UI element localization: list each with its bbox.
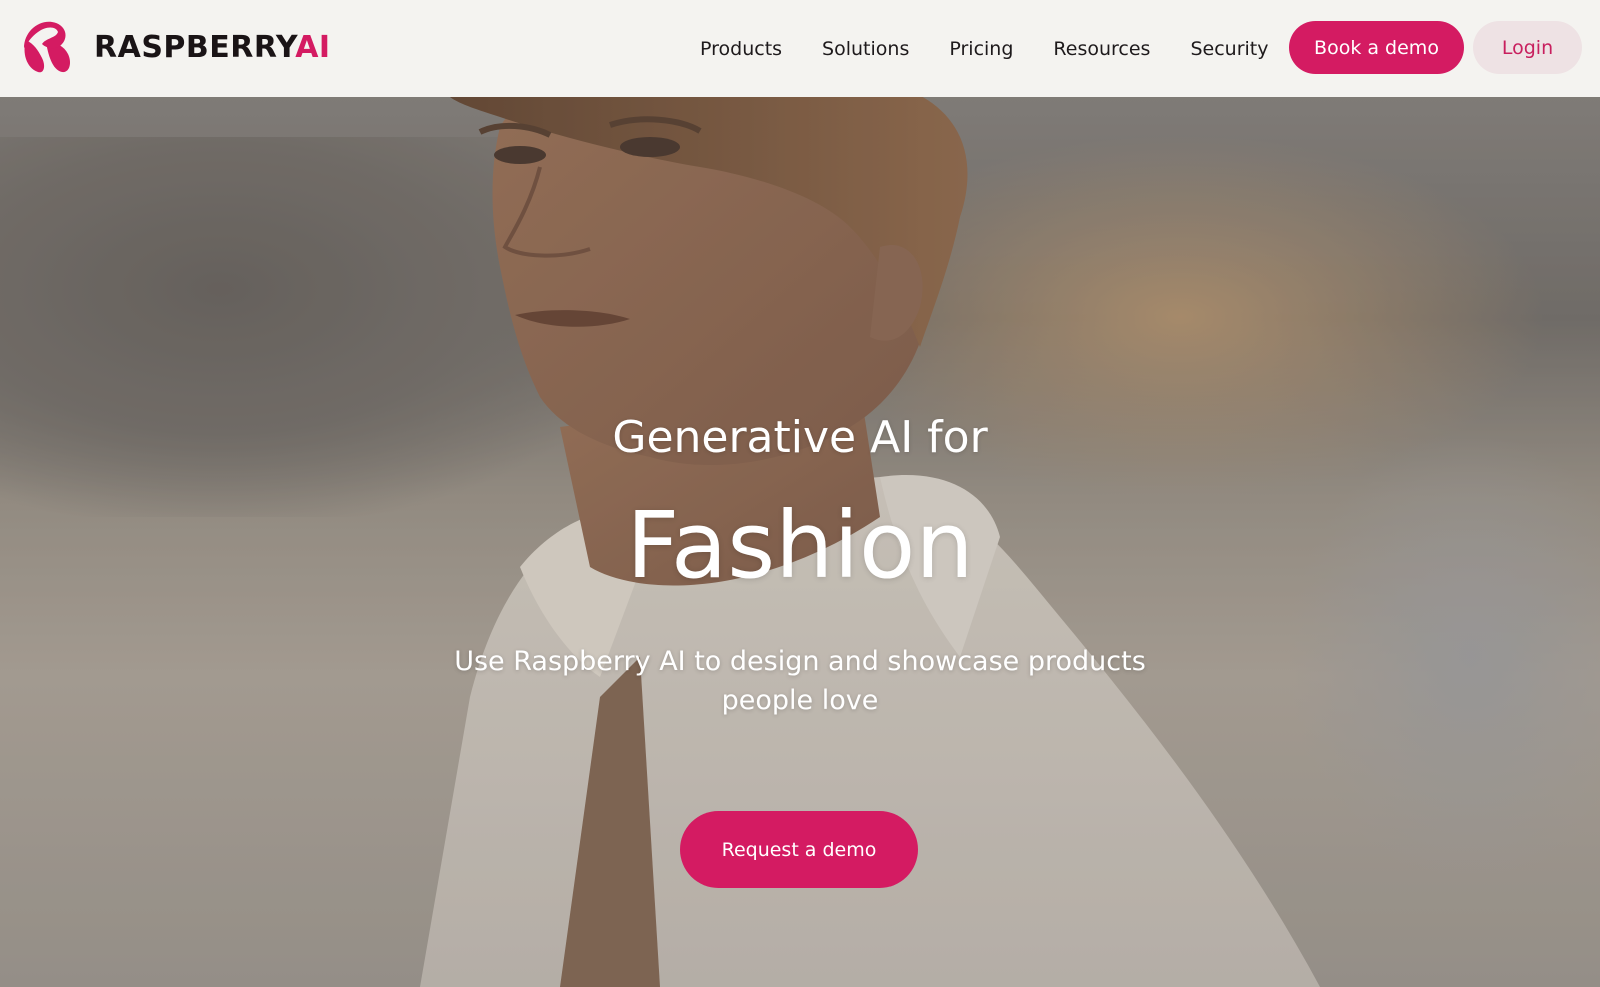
hero-subtitle: Use Raspberry AI to design and showcase …: [454, 646, 1146, 716]
raspberry-logo-icon: [24, 21, 70, 73]
brand-wordmark: RASPBERRYAI: [94, 30, 331, 65]
main-nav: Products Solutions Pricing Resources Sec…: [700, 0, 1308, 97]
hero-kicker: Generative AI for: [612, 412, 988, 463]
nav-item-security[interactable]: Security: [1190, 38, 1268, 60]
brand-logo[interactable]: RASPBERRYAI: [16, 18, 331, 76]
site-header: RASPBERRYAI Products Solutions Pricing R…: [0, 0, 1600, 97]
brand-name-main: RASPBERRY: [94, 29, 296, 65]
hero-title: Fashion: [626, 492, 974, 599]
nav-item-resources[interactable]: Resources: [1053, 38, 1150, 60]
nav-item-products[interactable]: Products: [700, 38, 782, 60]
brand-name-accent: AI: [295, 29, 331, 65]
request-demo-button[interactable]: Request a demo: [680, 811, 918, 888]
hero-section: Generative AI for Fashion Use Raspberry …: [0, 97, 1600, 987]
nav-item-pricing[interactable]: Pricing: [949, 38, 1013, 60]
book-demo-button[interactable]: Book a demo: [1289, 21, 1464, 74]
nav-item-solutions[interactable]: Solutions: [822, 38, 909, 60]
login-button[interactable]: Login: [1473, 21, 1582, 74]
hero-content: Generative AI for Fashion Use Raspberry …: [0, 97, 1600, 987]
